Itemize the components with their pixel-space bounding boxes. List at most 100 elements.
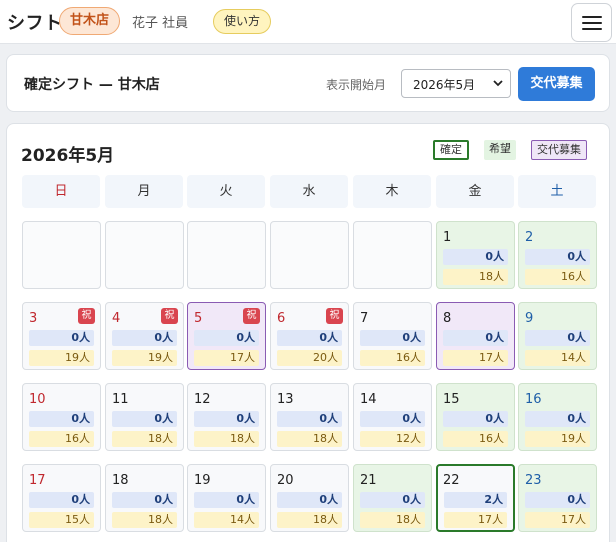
day-cell-12[interactable]: 12 0人 18人 xyxy=(187,383,266,451)
day-cell-14[interactable]: 14 0人 12人 xyxy=(353,383,432,451)
staff-count: 14人 xyxy=(525,350,590,366)
store-badge[interactable]: 甘木店 xyxy=(59,7,121,35)
staff-count: 18人 xyxy=(443,269,508,285)
day-number: 13 xyxy=(277,392,294,407)
day-number: 4 xyxy=(112,311,121,326)
user-name: 花子 社員 xyxy=(132,16,189,31)
swap-count: 0人 xyxy=(194,330,259,346)
calendar-card: 2026年5月 確定 希望 交代募集 日 月 火 水 木 金 土 1 0人 18… xyxy=(6,123,610,542)
weekday-sat: 土 xyxy=(518,175,596,208)
swap-count: 0人 xyxy=(112,411,177,427)
month-select-value: 2026年5月 xyxy=(413,78,476,92)
day-number: 23 xyxy=(525,473,542,488)
calendar-title: 2026年5月 xyxy=(21,146,115,166)
swap-count: 0人 xyxy=(194,411,259,427)
calendar-empty-cell xyxy=(22,221,101,289)
swap-count: 0人 xyxy=(277,330,342,346)
day-number: 9 xyxy=(525,311,534,326)
howto-button[interactable]: 使い方 xyxy=(213,9,272,34)
staff-count: 20人 xyxy=(277,350,342,366)
day-number: 1 xyxy=(443,230,452,245)
swap-count: 0人 xyxy=(194,492,259,508)
day-number: 8 xyxy=(443,311,452,326)
swap-count: 0人 xyxy=(112,492,177,508)
calendar-empty-cell xyxy=(105,221,184,289)
top-bar: シフト 甘木店 花子 社員 使い方 xyxy=(0,0,616,44)
day-cell-11[interactable]: 11 0人 18人 xyxy=(105,383,184,451)
swap-count: 0人 xyxy=(525,249,590,265)
weekday-fri: 金 xyxy=(436,175,514,208)
swap-count: 0人 xyxy=(360,492,425,508)
day-number: 20 xyxy=(277,473,294,488)
day-cell-18[interactable]: 18 0人 18人 xyxy=(105,464,184,532)
staff-count: 15人 xyxy=(29,512,94,528)
swap-count: 0人 xyxy=(525,492,590,508)
staff-count: 19人 xyxy=(525,431,590,447)
day-number: 22 xyxy=(443,473,460,488)
day-cell-22[interactable]: 22 2人 17人 xyxy=(436,464,515,532)
day-cell-5[interactable]: 5 祝 0人 17人 xyxy=(187,302,266,370)
day-cell-2[interactable]: 2 0人 16人 xyxy=(518,221,597,289)
holiday-badge: 祝 xyxy=(161,308,178,324)
staff-count: 14人 xyxy=(194,512,259,528)
staff-count: 18人 xyxy=(112,431,177,447)
day-number: 18 xyxy=(112,473,129,488)
staff-count: 19人 xyxy=(112,350,177,366)
day-cell-7[interactable]: 7 0人 16人 xyxy=(353,302,432,370)
swap-count: 0人 xyxy=(443,330,508,346)
page-title: 確定シフト — 甘木店 xyxy=(24,77,160,93)
swap-count: 0人 xyxy=(112,330,177,346)
swap-recruit-button[interactable]: 交代募集 xyxy=(518,67,595,101)
day-cell-19[interactable]: 19 0人 14人 xyxy=(187,464,266,532)
staff-count: 18人 xyxy=(277,512,342,528)
swap-count: 0人 xyxy=(360,330,425,346)
day-number: 2 xyxy=(525,230,534,245)
day-cell-16[interactable]: 16 0人 19人 xyxy=(518,383,597,451)
day-cell-13[interactable]: 13 0人 18人 xyxy=(270,383,349,451)
staff-count: 18人 xyxy=(112,512,177,528)
day-cell-1[interactable]: 1 0人 18人 xyxy=(436,221,515,289)
day-cell-10[interactable]: 10 0人 16人 xyxy=(22,383,101,451)
day-number: 3 xyxy=(29,311,38,326)
staff-count: 18人 xyxy=(277,431,342,447)
holiday-badge: 祝 xyxy=(78,308,95,324)
swap-count: 0人 xyxy=(29,492,94,508)
day-number: 10 xyxy=(29,392,46,407)
day-cell-17[interactable]: 17 0人 15人 xyxy=(22,464,101,532)
day-cell-8[interactable]: 8 0人 17人 xyxy=(436,302,515,370)
day-cell-15[interactable]: 15 0人 16人 xyxy=(436,383,515,451)
hamburger-menu-icon[interactable] xyxy=(571,3,612,42)
day-cell-20[interactable]: 20 0人 18人 xyxy=(270,464,349,532)
holiday-badge: 祝 xyxy=(243,308,260,324)
swap-count: 0人 xyxy=(360,411,425,427)
legend-swap: 交代募集 xyxy=(531,140,587,160)
legend-wish: 希望 xyxy=(484,140,516,160)
staff-count: 16人 xyxy=(525,269,590,285)
day-cell-6[interactable]: 6 祝 0人 20人 xyxy=(270,302,349,370)
staff-count: 12人 xyxy=(360,431,425,447)
chevron-down-icon xyxy=(493,80,503,87)
menu-line xyxy=(582,28,602,30)
staff-count: 17人 xyxy=(443,350,508,366)
legend-confirmed: 確定 xyxy=(433,140,469,160)
staff-count: 16人 xyxy=(360,350,425,366)
day-number: 5 xyxy=(194,311,203,326)
calendar-empty-cell xyxy=(270,221,349,289)
day-cell-3[interactable]: 3 祝 0人 19人 xyxy=(22,302,101,370)
day-number: 14 xyxy=(360,392,377,407)
weekday-wed: 水 xyxy=(270,175,348,208)
swap-count: 0人 xyxy=(525,411,590,427)
day-cell-21[interactable]: 21 0人 18人 xyxy=(353,464,432,532)
day-cell-4[interactable]: 4 祝 0人 19人 xyxy=(105,302,184,370)
swap-count: 2人 xyxy=(444,492,507,508)
day-cell-9[interactable]: 9 0人 14人 xyxy=(518,302,597,370)
staff-count: 18人 xyxy=(194,431,259,447)
app-title: シフト xyxy=(7,13,63,34)
swap-count: 0人 xyxy=(29,330,94,346)
month-select[interactable]: 2026年5月 xyxy=(401,69,511,98)
day-number: 12 xyxy=(194,392,211,407)
swap-count: 0人 xyxy=(277,492,342,508)
staff-count: 18人 xyxy=(360,512,425,528)
weekday-mon: 月 xyxy=(105,175,183,208)
day-cell-23[interactable]: 23 0人 17人 xyxy=(518,464,597,532)
